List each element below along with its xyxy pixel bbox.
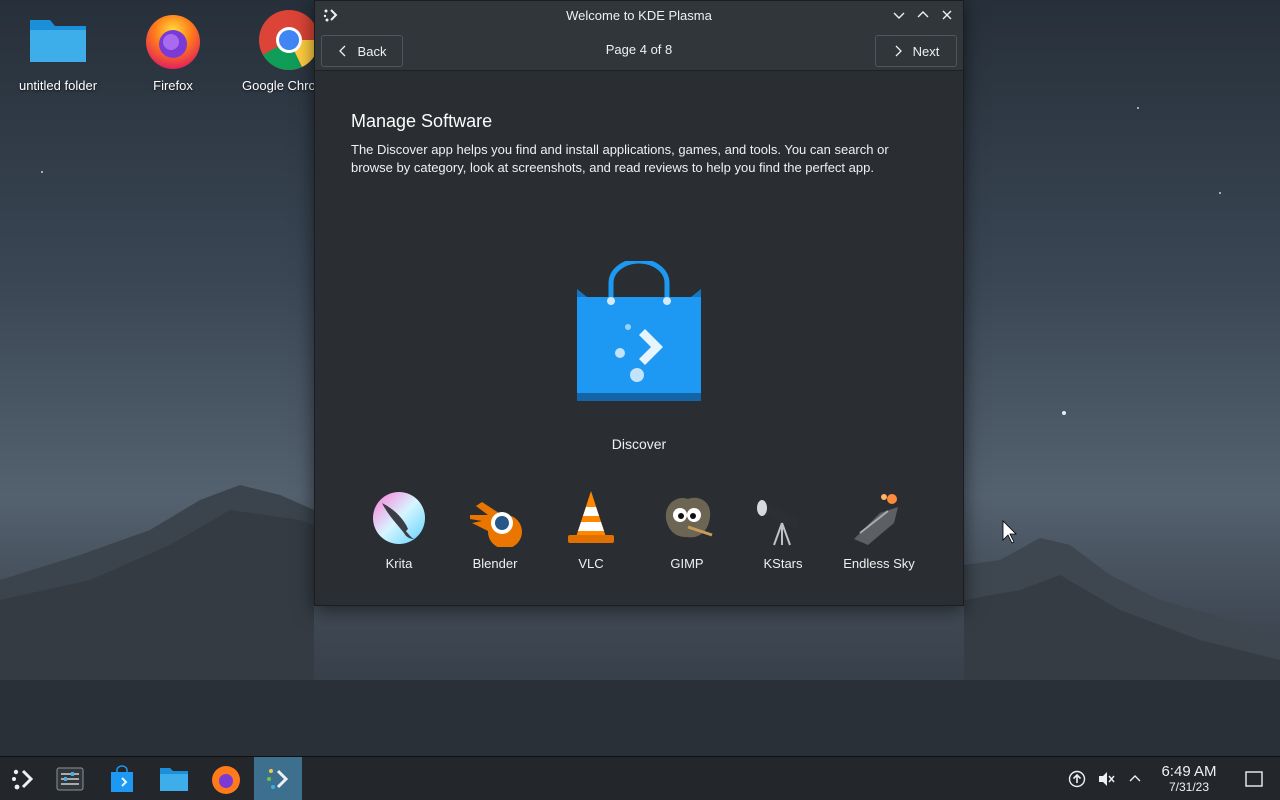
page-navigation-bar: Back Page 4 of 8 Next (315, 29, 963, 71)
chrome-icon (257, 8, 321, 72)
update-arrow-icon (1068, 770, 1086, 788)
gimp-icon (658, 489, 716, 547)
window-titlebar[interactable]: Welcome to KDE Plasma (315, 1, 963, 29)
taskbar-firefox[interactable] (202, 757, 250, 800)
show-desktop-button[interactable] (1242, 757, 1266, 800)
taskbar: 6:49 AM 7/31/23 (0, 756, 1280, 800)
page-indicator: Page 4 of 8 (605, 42, 673, 57)
page-content: Manage Software The Discover app helps y… (315, 71, 963, 606)
desktop-icon-firefox[interactable]: Firefox (118, 8, 228, 93)
chevron-left-icon (338, 45, 346, 57)
chevron-down-icon (893, 12, 905, 19)
desktop-icon-label: Google Chrome (242, 78, 314, 93)
blender-icon (466, 489, 524, 549)
chevron-right-icon (895, 45, 902, 57)
next-button[interactable]: Next (875, 35, 957, 67)
krita-icon (370, 489, 428, 547)
desktop-icon-label: Firefox (153, 78, 193, 93)
system-tray-expand-button[interactable] (1125, 757, 1145, 800)
featured-apps-list: Krita Blender VLC GIMP KStars Endless Sk… (351, 489, 927, 573)
close-button[interactable] (937, 5, 957, 25)
show-desktop-icon (1245, 771, 1263, 787)
folder-icon (26, 8, 90, 72)
taskbar-dolphin-files[interactable] (150, 757, 198, 800)
application-launcher-icon (12, 769, 34, 790)
vlc-icon (562, 489, 620, 547)
welcome-app-icon (323, 7, 339, 23)
taskbar-discover[interactable] (98, 757, 146, 800)
chevron-up-icon (917, 11, 929, 18)
back-button[interactable]: Back (321, 35, 403, 67)
welcome-window: Welcome to KDE Plasma Back Page 4 of 8 N… (314, 0, 964, 606)
maximize-button[interactable] (913, 5, 933, 25)
desktop-icon-google-chrome[interactable]: Google Chrome (233, 8, 319, 93)
application-launcher-button[interactable] (0, 757, 48, 800)
app-label: Endless Sky (843, 556, 915, 571)
desktop-icon-label: untitled folder (18, 78, 98, 93)
discover-launch[interactable]: Discover (565, 258, 713, 452)
next-button-label: Next (912, 43, 940, 59)
app-item-kstars[interactable]: KStars (735, 489, 831, 573)
app-item-krita[interactable]: Krita (351, 489, 447, 573)
app-item-gimp[interactable]: GIMP (639, 489, 735, 573)
dolphin-files-icon (160, 768, 188, 791)
updates-tray-button[interactable] (1066, 757, 1088, 800)
back-button-label: Back (357, 43, 387, 59)
system-settings-icon (56, 767, 84, 791)
firefox-icon (212, 766, 240, 794)
endless-sky-icon (850, 489, 908, 547)
volume-tray-button[interactable] (1095, 757, 1117, 800)
clock-time: 6:49 AM (1161, 763, 1217, 780)
desktop-icon-untitled-folder[interactable]: untitled folder (3, 8, 113, 93)
kstars-icon (754, 489, 812, 547)
app-label: KStars (763, 556, 803, 571)
app-item-vlc[interactable]: VLC (543, 489, 639, 573)
minimize-button[interactable] (889, 5, 909, 25)
window-title: Welcome to KDE Plasma (566, 7, 712, 23)
discover-label: Discover (611, 436, 667, 452)
clock-date: 7/31/23 (1168, 780, 1210, 794)
discover-icon (111, 765, 133, 792)
app-label: VLC (578, 556, 604, 571)
taskbar-welcome-center[interactable] (254, 757, 302, 800)
taskbar-system-settings[interactable] (46, 757, 94, 800)
firefox-icon (141, 8, 205, 72)
page-title: Manage Software (351, 111, 493, 131)
app-label: Blender (472, 556, 518, 571)
app-label: GIMP (670, 556, 704, 571)
page-description: The Discover app helps you find and inst… (351, 142, 889, 175)
chevron-up-icon (1129, 775, 1141, 782)
digital-clock[interactable]: 6:49 AM 7/31/23 (1150, 763, 1228, 794)
discover-icon (577, 258, 701, 401)
app-item-blender[interactable]: Blender (447, 489, 543, 573)
close-icon (942, 10, 952, 20)
app-item-endless-sky[interactable]: Endless Sky (831, 489, 927, 573)
app-label: Krita (385, 556, 413, 571)
speaker-muted-icon (1099, 772, 1115, 786)
welcome-center-icon (267, 769, 289, 789)
